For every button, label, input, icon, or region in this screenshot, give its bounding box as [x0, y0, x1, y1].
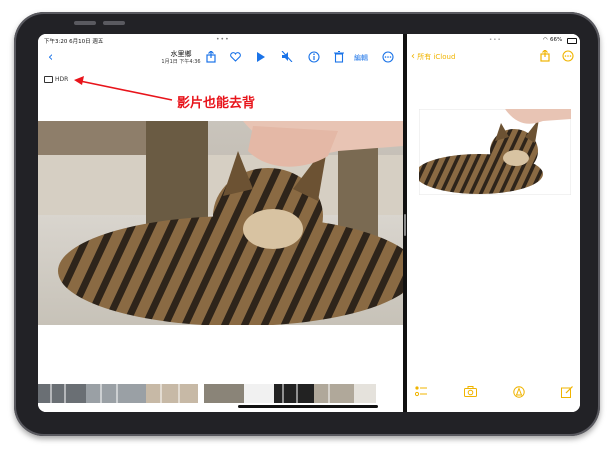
- annotation-text: 影片也能去背: [177, 96, 256, 111]
- checklist-icon[interactable]: [415, 386, 427, 397]
- notes-back-button[interactable]: ‹ 所有 iCloud: [411, 51, 455, 62]
- wifi-icon: ◠: [543, 37, 548, 43]
- multitasking-dots-icon[interactable]: •••: [489, 37, 502, 43]
- volume-button: [103, 21, 125, 25]
- photos-pane: 下午3:20 6月10日 週五 ••• ‹ 水里鄉 1月1日 下午4:36 編輯…: [38, 34, 403, 412]
- video-scrubber[interactable]: [38, 384, 403, 403]
- camera-icon[interactable]: [464, 386, 477, 397]
- ipad-screen: 下午3:20 6月10日 週五 ••• ‹ 水里鄉 1月1日 下午4:36 編輯…: [38, 34, 580, 412]
- battery-level: 66%: [550, 37, 563, 43]
- battery-icon: [567, 38, 577, 44]
- ellipsis-circle-icon[interactable]: [562, 50, 574, 62]
- markup-pen-icon[interactable]: [513, 386, 525, 398]
- chevron-left-icon: ‹: [411, 51, 415, 62]
- back-label: 所有 iCloud: [417, 53, 456, 61]
- volume-button: [74, 21, 96, 25]
- share-icon[interactable]: [540, 50, 550, 62]
- compose-icon[interactable]: [561, 386, 573, 398]
- filmstrip-frames[interactable]: [38, 384, 403, 403]
- cat-photo[interactable]: [38, 121, 403, 325]
- notes-pane: ••• ◠ 66% ‹ 所有 iCloud: [407, 34, 580, 412]
- pasted-cutout-image[interactable]: [419, 109, 571, 195]
- home-indicator[interactable]: [238, 405, 378, 408]
- split-view-handle[interactable]: [404, 214, 406, 236]
